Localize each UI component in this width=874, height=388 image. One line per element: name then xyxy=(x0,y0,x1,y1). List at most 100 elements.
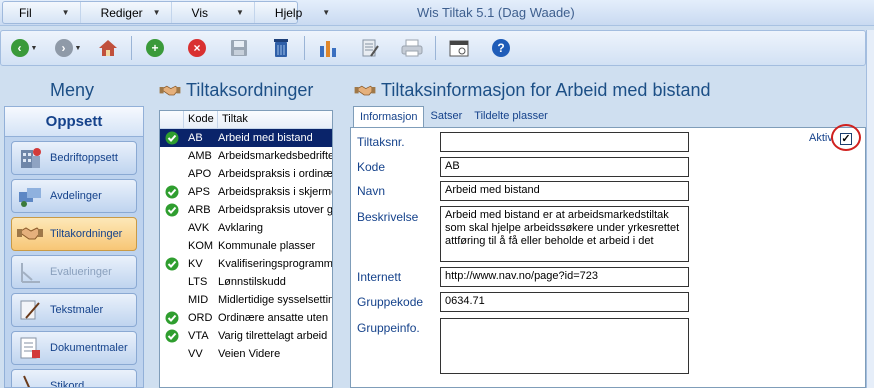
toolbar-separator xyxy=(435,36,436,60)
list-item[interactable]: ORD Ordinære ansatte uten xyxy=(160,309,332,327)
delete-button[interactable]: × xyxy=(180,34,214,62)
check-circle-icon xyxy=(160,129,184,147)
menu-rediger[interactable]: Rediger ▼ xyxy=(81,2,172,23)
add-icon: + xyxy=(146,39,164,57)
sidebar-item-tekstmaler[interactable]: Tekstmaler xyxy=(11,293,137,327)
list-item-kode: LTS xyxy=(188,276,208,288)
home-button[interactable] xyxy=(91,34,125,62)
empty-status xyxy=(160,165,184,183)
save-button[interactable] xyxy=(222,34,256,62)
list-item-kode: APO xyxy=(188,168,212,180)
gruppekode-field[interactable]: 0634.71 xyxy=(440,292,689,312)
delete-icon: × xyxy=(188,39,206,57)
list-item[interactable]: APS Arbeidspraksis i skjermet xyxy=(160,183,332,201)
list-title: Tiltaksordninger xyxy=(158,80,313,101)
internett-label: Internett xyxy=(357,270,402,284)
sidebar-item-label: Tiltakordninger xyxy=(50,228,123,240)
list-item-tiltak: Varig tilrettelagt arbeid xyxy=(218,330,328,342)
menu-bar: Fil ▼ Rediger ▼ Vis ▼ Hjelp ▼ xyxy=(2,1,330,24)
list-item[interactable]: LTS Lønnstilskudd xyxy=(160,273,332,291)
handshake-icon xyxy=(159,85,181,95)
toolbar-separator xyxy=(304,36,305,60)
list-item[interactable]: MID Midlertidige sysselsettin xyxy=(160,291,332,309)
document-button[interactable] xyxy=(353,34,387,62)
sidebar-item-evalueringer[interactable]: Evalueringer xyxy=(11,255,137,289)
back-button[interactable]: ‹ ▼ xyxy=(7,34,41,62)
empty-status xyxy=(160,237,184,255)
sidebar-item-label: Stikord xyxy=(50,380,85,388)
navn-field[interactable]: Arbeid med bistand xyxy=(440,181,689,201)
check-circle-icon xyxy=(160,327,184,345)
list-item[interactable]: KV Kvalifiseringsprogramm xyxy=(160,255,332,273)
handshake-icon xyxy=(354,85,376,95)
report-button[interactable] xyxy=(311,34,345,62)
report-icon xyxy=(320,41,336,57)
list-item-kode: AB xyxy=(188,132,203,144)
list-item[interactable]: AMB Arbeidsmarkedsbedrifter xyxy=(160,147,332,165)
title-bar: Fil ▼ Rediger ▼ Vis ▼ Hjelp ▼ Wis Tiltak 5.1… xyxy=(0,0,874,26)
list-item-tiltak: Midlertidige sysselsettin xyxy=(218,294,332,306)
document-icon xyxy=(362,39,379,57)
kode-field[interactable]: AB xyxy=(440,157,689,177)
list-title-text: Tiltaksordninger xyxy=(186,80,314,100)
menu-fil[interactable]: Fil ▼ xyxy=(3,2,81,23)
home-icon xyxy=(99,40,117,56)
list-item[interactable]: APO Arbeidspraksis i ordinær xyxy=(160,165,332,183)
back-icon: ‹ xyxy=(10,39,29,57)
list-item-kode: APS xyxy=(188,186,211,198)
list-item[interactable]: VTA Varig tilrettelagt arbeid xyxy=(160,327,332,345)
departments-icon xyxy=(16,183,44,209)
list-item[interactable]: ARB Arbeidspraksis utover g xyxy=(160,201,332,219)
forward-button[interactable]: › ▼ xyxy=(51,34,85,62)
chevron-down-icon: ▼ xyxy=(74,44,82,52)
beskrivelse-field[interactable]: Arbeid med bistand er at arbeidsmarkedst… xyxy=(440,206,689,262)
tiltaksnr-label: Tiltaksnr. xyxy=(357,135,405,149)
check-circle-icon xyxy=(160,183,184,201)
sidebar-item-tiltakordninger[interactable]: Tiltakordninger xyxy=(11,217,137,251)
tab-satser[interactable]: Satser xyxy=(424,106,468,128)
list-item-tiltak: Arbeidsmarkedsbedrifter xyxy=(218,150,332,162)
list-item[interactable]: AVK Avklaring xyxy=(160,219,332,237)
tiltaksnr-field[interactable] xyxy=(440,132,689,152)
calendar-button[interactable] xyxy=(442,34,476,62)
trash-button[interactable] xyxy=(264,34,298,62)
gruppeinfo-field[interactable] xyxy=(440,318,689,374)
list-item[interactable]: AB Arbeid med bistand xyxy=(160,129,332,147)
sidebar-section-oppsett[interactable]: Oppsett xyxy=(5,107,143,137)
internett-field[interactable]: http://www.nav.no/page?id=723 xyxy=(440,267,689,287)
print-button[interactable] xyxy=(395,34,429,62)
menu-hjelp[interactable]: Hjelp ▼ xyxy=(255,2,340,23)
add-button[interactable]: + xyxy=(138,34,172,62)
sidebar-item-avdelinger[interactable]: Avdelinger xyxy=(11,179,137,213)
sidebar-item-stikord[interactable]: Stikord xyxy=(11,369,137,388)
sidebar-item-bedriftoppsett[interactable]: Bedriftoppsett xyxy=(11,141,137,175)
sidebar-item-dokumentmaler[interactable]: Dokumentmaler xyxy=(11,331,137,365)
list-item[interactable]: KOM Kommunale plasser xyxy=(160,237,332,255)
empty-status xyxy=(160,273,184,291)
list-header: Kode Tiltak xyxy=(160,111,332,129)
column-header-tiltak[interactable]: Tiltak xyxy=(218,111,332,128)
handshake-icon xyxy=(16,221,44,247)
chevron-down-icon: ▼ xyxy=(152,8,161,17)
document-template-icon xyxy=(16,335,44,361)
empty-status xyxy=(160,345,184,363)
list-item-kode: VV xyxy=(188,348,203,360)
sidebar-item-label: Dokumentmaler xyxy=(50,342,128,354)
chevron-down-icon: ▼ xyxy=(30,44,38,52)
list-item-tiltak: Arbeidspraksis i ordinær xyxy=(218,168,332,180)
menu-rediger-label: Rediger xyxy=(100,5,143,20)
check-circle-icon xyxy=(160,201,184,219)
list-item[interactable]: VV Veien Videre xyxy=(160,345,332,363)
column-header-kode[interactable]: Kode xyxy=(184,111,218,128)
list-item-kode: KV xyxy=(188,258,203,270)
tab-tildelte-plasser[interactable]: Tildelte plasser xyxy=(468,106,554,128)
list-item-tiltak: Kvalifiseringsprogramm xyxy=(218,258,332,270)
toolbar-separator xyxy=(131,36,132,60)
beskrivelse-label: Beskrivelse xyxy=(357,210,419,224)
list-item-tiltak: Lønnstilskudd xyxy=(218,276,286,288)
list-item-kode: KOM xyxy=(188,240,214,252)
forward-icon: › xyxy=(54,39,73,57)
menu-vis[interactable]: Vis ▼ xyxy=(172,2,255,23)
help-button[interactable]: ? xyxy=(484,34,518,62)
tab-informasjon[interactable]: Informasjon xyxy=(353,106,425,128)
